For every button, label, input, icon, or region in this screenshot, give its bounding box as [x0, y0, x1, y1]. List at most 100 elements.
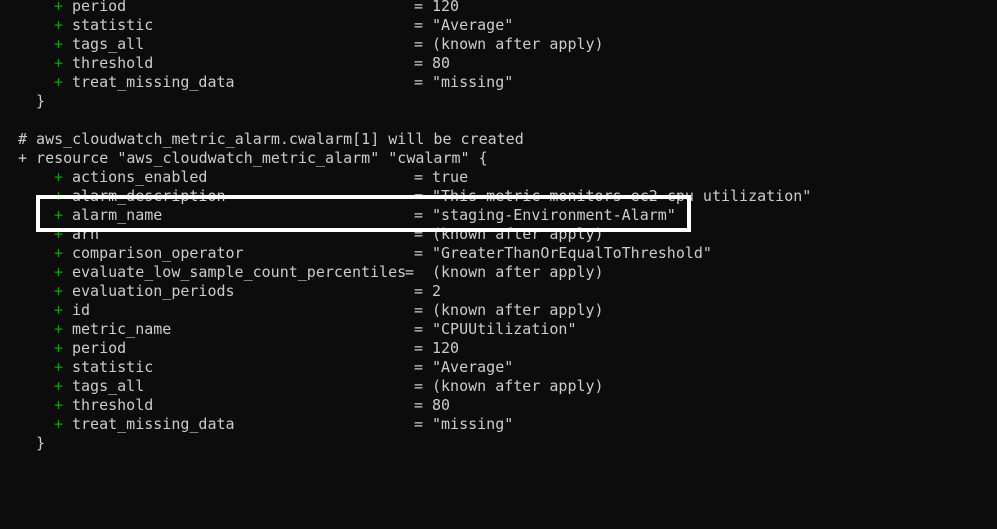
resource-declaration-line: + resource "aws_cloudwatch_metric_alarm"…: [0, 149, 488, 168]
attribute-value: (known after apply): [432, 377, 604, 395]
attribute-value: "This metric monitors ec2 cpu utilizatio…: [432, 187, 812, 205]
plus-sign: +: [54, 225, 64, 243]
terraform-attribute-line: + treat_missing_data = "missing": [0, 73, 513, 92]
attribute-name: metric_name: [72, 320, 172, 338]
terraform-attribute-line: + comparison_operator = "GreaterThanOrEq…: [0, 244, 712, 263]
attribute-name: period: [72, 339, 127, 357]
plus-sign: +: [54, 396, 64, 414]
attribute-value: "Average": [432, 358, 514, 376]
equals-sign: =: [414, 396, 424, 414]
plus-sign: +: [54, 73, 64, 91]
terraform-attribute-line: + period = 120: [0, 0, 459, 16]
closing-brace-line: }: [0, 92, 45, 111]
plus-sign: +: [54, 0, 64, 15]
terraform-attribute-line: + alarm_description = "This metric monit…: [0, 187, 811, 206]
plus-sign: +: [54, 16, 64, 34]
attribute-value: 80: [432, 396, 451, 414]
equals-sign: =: [414, 358, 424, 376]
attribute-value: (known after apply): [432, 263, 604, 281]
attribute-value: (known after apply): [432, 225, 604, 243]
attribute-name: threshold: [72, 54, 154, 72]
resource-declaration: + resource "aws_cloudwatch_metric_alarm"…: [18, 149, 488, 167]
equals-sign: =: [414, 16, 424, 34]
equals-sign: =: [414, 377, 424, 395]
equals-sign: =: [414, 187, 424, 205]
attribute-value: "CPUUtilization": [432, 320, 577, 338]
plus-sign: +: [54, 244, 64, 262]
equals-sign: =: [414, 320, 424, 338]
plus-sign: +: [54, 35, 64, 53]
terraform-attribute-line: + evaluate_low_sample_count_percentiles …: [0, 263, 604, 282]
attribute-value: (known after apply): [432, 301, 604, 319]
resource-comment: # aws_cloudwatch_metric_alarm.cwalarm[1]…: [18, 130, 524, 148]
equals-sign: =: [414, 168, 424, 186]
terraform-attribute-line: + tags_all = (known after apply): [0, 35, 604, 54]
closing-brace: }: [36, 92, 46, 110]
equals-sign: =: [414, 415, 424, 433]
plus-sign: +: [54, 415, 64, 433]
attribute-value: (known after apply): [432, 35, 604, 53]
plus-sign: +: [54, 54, 64, 72]
terraform-attribute-line: + actions_enabled = true: [0, 168, 468, 187]
attribute-name: arn: [72, 225, 100, 243]
terraform-attribute-line: + tags_all = (known after apply): [0, 377, 604, 396]
attribute-value: 80: [432, 54, 451, 72]
terminal-window[interactable]: + period = 120 + statistic = "Average" +…: [0, 0, 997, 477]
attribute-name: treat_missing_data: [72, 415, 235, 433]
attribute-value: 120: [432, 339, 460, 357]
resource-comment-line: # aws_cloudwatch_metric_alarm.cwalarm[1]…: [0, 130, 524, 149]
plus-sign: +: [54, 263, 64, 281]
plus-sign: +: [54, 320, 64, 338]
equals-sign: =: [405, 263, 415, 281]
plus-sign: +: [54, 377, 64, 395]
attribute-value: "Average": [432, 16, 514, 34]
attribute-value: "staging-Environment-Alarm": [432, 206, 676, 224]
attribute-name: treat_missing_data: [72, 73, 235, 91]
equals-sign: =: [414, 339, 424, 357]
attribute-name: period: [72, 0, 127, 15]
equals-sign: =: [414, 206, 424, 224]
terraform-attribute-line: + threshold = 80: [0, 54, 450, 73]
terraform-attribute-line-highlighted: + alarm_name = "staging-Environment-Alar…: [0, 206, 676, 225]
plus-sign: +: [54, 206, 64, 224]
terraform-attribute-line: + statistic = "Average": [0, 358, 513, 377]
attribute-name: comparison_operator: [72, 244, 244, 262]
attribute-name: evaluate_low_sample_count_percentiles: [72, 263, 407, 281]
plus-sign: +: [54, 339, 64, 357]
terraform-attribute-line: + period = 120: [0, 339, 459, 358]
equals-sign: =: [414, 225, 424, 243]
equals-sign: =: [414, 244, 424, 262]
attribute-name: tags_all: [72, 377, 145, 395]
attribute-value: "missing": [432, 73, 514, 91]
attribute-name: statistic: [72, 16, 154, 34]
equals-sign: =: [414, 54, 424, 72]
plus-sign: +: [54, 301, 64, 319]
terraform-attribute-line: + id = (known after apply): [0, 301, 604, 320]
closing-brace: }: [36, 434, 46, 452]
plus-sign: +: [54, 282, 64, 300]
attribute-value: "missing": [432, 415, 514, 433]
equals-sign: =: [414, 73, 424, 91]
attribute-name: statistic: [72, 358, 154, 376]
equals-sign: =: [414, 35, 424, 53]
plus-sign: +: [54, 187, 64, 205]
attribute-name: actions_enabled: [72, 168, 208, 186]
equals-sign: =: [414, 301, 424, 319]
attribute-value: "GreaterThanOrEqualToThreshold": [432, 244, 712, 262]
attribute-value: 2: [432, 282, 442, 300]
attribute-value: 120: [432, 0, 460, 15]
closing-brace-line: }: [0, 434, 45, 453]
attribute-name: id: [72, 301, 91, 319]
terraform-attribute-line: + arn = (known after apply): [0, 225, 604, 244]
attribute-name: alarm_name: [72, 206, 163, 224]
attribute-name: threshold: [72, 396, 154, 414]
terraform-attribute-line: + statistic = "Average": [0, 16, 513, 35]
terraform-attribute-line: + evaluation_periods = 2: [0, 282, 441, 301]
attribute-name: alarm_description: [72, 187, 226, 205]
plus-sign: +: [54, 358, 64, 376]
terraform-attribute-line: + treat_missing_data = "missing": [0, 415, 513, 434]
attribute-name: tags_all: [72, 35, 145, 53]
equals-sign: =: [414, 282, 424, 300]
equals-sign: =: [414, 0, 424, 15]
attribute-name: evaluation_periods: [72, 282, 235, 300]
